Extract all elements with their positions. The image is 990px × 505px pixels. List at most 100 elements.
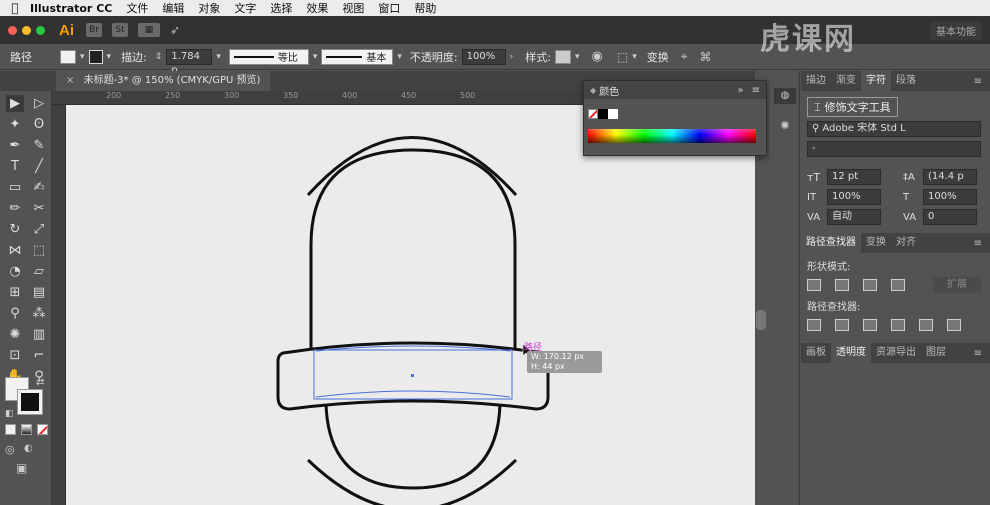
select-similar-icon[interactable]: ⌘ <box>699 50 711 64</box>
font-style-select[interactable]: - <box>807 141 981 157</box>
stroke-swatch[interactable] <box>88 49 103 64</box>
tracking-input[interactable]: 0 <box>923 209 977 225</box>
direct-selection-tool-icon[interactable]: ▷ <box>30 95 48 112</box>
chevron-down-icon[interactable]: ▾ <box>313 52 318 62</box>
workspace-switcher[interactable]: 基本功能 <box>930 20 982 40</box>
capsule-body[interactable] <box>309 148 517 348</box>
crop-icon[interactable] <box>891 319 905 331</box>
color-guide-icon[interactable]: ✺ <box>774 118 796 134</box>
font-family-select[interactable]: ⚲ Adobe 宋体 Std L <box>807 121 981 137</box>
app-name-menu[interactable]: Illustrator CC <box>30 2 112 15</box>
magic-wand-tool-icon[interactable]: ✦ <box>6 116 24 133</box>
outer-bottom-arc[interactable] <box>306 458 518 505</box>
menu-edit[interactable]: 编辑 <box>162 0 184 16</box>
shape-builder-tool-icon[interactable]: ◔ <box>6 263 24 280</box>
none-swatch[interactable] <box>588 109 598 119</box>
kerning-input[interactable]: 自动 <box>827 209 881 225</box>
leading-input[interactable]: (14.4 p <box>923 169 977 185</box>
tab-gradient[interactable]: 渐变 <box>831 71 861 91</box>
chevron-down-icon[interactable]: ▾ <box>216 52 221 62</box>
font-size-input[interactable]: 12 pt <box>827 169 881 185</box>
panel-menu-icon[interactable]: ≡ <box>974 348 982 359</box>
color-mode-icon[interactable] <box>5 424 16 435</box>
column-graph-tool-icon[interactable]: ▥ <box>30 326 48 343</box>
line-tool-icon[interactable]: ╱ <box>30 158 48 175</box>
menu-help[interactable]: 帮助 <box>414 0 436 16</box>
unite-icon[interactable] <box>807 279 821 291</box>
chevron-down-icon[interactable]: ▾ <box>397 52 402 62</box>
artwork[interactable] <box>66 105 755 505</box>
horizontal-scale-input[interactable]: 100% <box>923 189 977 205</box>
chevron-down-icon[interactable]: ▾ <box>575 52 580 62</box>
lower-oval[interactable] <box>324 402 502 490</box>
chevron-down-icon[interactable]: ▾ <box>632 52 637 62</box>
panel-menu-icon[interactable]: ≡ <box>974 76 982 87</box>
tab-artboards[interactable]: 画板 <box>801 343 831 363</box>
menu-object[interactable]: 对象 <box>198 0 220 16</box>
minus-back-icon[interactable] <box>947 319 961 331</box>
graphic-style-swatch[interactable] <box>554 49 571 64</box>
apple-menu-icon[interactable]:  <box>0 1 30 15</box>
menu-view[interactable]: 视图 <box>342 0 364 16</box>
tab-character[interactable]: 字符 <box>861 71 891 91</box>
variable-width-profile[interactable]: 等比 <box>228 48 309 65</box>
menu-select[interactable]: 选择 <box>270 0 292 16</box>
brush-definition[interactable]: 基本 <box>321 48 394 65</box>
tab-layers[interactable]: 图层 <box>921 343 951 363</box>
gpu-performance-icon[interactable]: ➶ <box>170 23 180 37</box>
type-tool-icon[interactable]: T <box>6 158 24 175</box>
panel-expand-icon[interactable]: » <box>737 85 743 96</box>
free-transform-tool-icon[interactable]: ⬚ <box>30 242 48 259</box>
document-tab[interactable]: × 未标题-3* @ 150% (CMYK/GPU 预览) <box>56 71 271 91</box>
expand-button[interactable]: 扩展 <box>933 277 981 293</box>
exclude-icon[interactable] <box>891 279 905 291</box>
merge-icon[interactable] <box>863 319 877 331</box>
opacity-input[interactable]: 100% <box>461 48 506 65</box>
stepper-icon[interactable]: ⇕ <box>155 52 163 62</box>
panel-menu-icon[interactable]: ≡ <box>752 85 760 96</box>
paintbrush-tool-icon[interactable]: ✍ <box>30 179 48 196</box>
transform-link[interactable]: 变换 <box>647 49 669 65</box>
touch-type-tool-button[interactable]: ⌶ 修饰文字工具 <box>807 97 898 117</box>
rotate-tool-icon[interactable]: ↻ <box>6 221 24 238</box>
bridge-icon[interactable]: Br <box>86 23 102 37</box>
none-mode-icon[interactable] <box>37 424 48 435</box>
tab-pathfinder[interactable]: 路径查找器 <box>801 233 861 253</box>
tab-asset-export[interactable]: 资源导出 <box>871 343 921 363</box>
tab-stroke[interactable]: 描边 <box>801 71 831 91</box>
draw-mode-icon[interactable]: ◎ <box>5 443 15 456</box>
menu-type[interactable]: 文字 <box>234 0 256 16</box>
artboard-canvas[interactable]: 路径 W: 170.12 px H: 44 px <box>66 105 755 505</box>
menu-window[interactable]: 窗口 <box>378 0 400 16</box>
minimize-window-icon[interactable] <box>22 25 31 35</box>
pen-tool-icon[interactable]: ✒ <box>6 137 24 154</box>
vertical-scrollbar-thumb[interactable] <box>756 310 766 330</box>
zoom-window-icon[interactable] <box>36 25 45 35</box>
opacity-label[interactable]: 不透明度: <box>410 49 458 65</box>
default-fill-stroke-icon[interactable]: ◧ <box>5 409 14 419</box>
black-swatch[interactable] <box>598 109 608 119</box>
swap-fill-stroke-icon[interactable]: ⇄ <box>36 377 44 388</box>
width-tool-icon[interactable]: ⋈ <box>6 242 24 259</box>
screen-mode-icon[interactable]: ▣ <box>16 461 27 475</box>
selection-tool-icon[interactable]: ▶ <box>6 95 24 112</box>
outline-icon[interactable] <box>919 319 933 331</box>
tab-paragraph[interactable]: 段落 <box>891 71 921 91</box>
recolor-artwork-icon[interactable]: ◉ <box>592 49 603 64</box>
scissors-tool-icon[interactable]: ✂ <box>30 200 48 217</box>
curvature-tool-icon[interactable]: ✎ <box>30 137 48 154</box>
perspective-grid-tool-icon[interactable]: ▱ <box>30 263 48 280</box>
outer-top-arc[interactable] <box>306 136 518 197</box>
divide-icon[interactable] <box>807 319 821 331</box>
collapse-icon[interactable]: ◆ <box>590 86 596 95</box>
menu-effect[interactable]: 效果 <box>306 0 328 16</box>
rectangle-tool-icon[interactable]: ▭ <box>6 179 24 196</box>
align-to-icon[interactable]: ⬚ <box>617 50 628 64</box>
chevron-right-icon[interactable]: › <box>510 52 514 62</box>
menu-file[interactable]: 文件 <box>126 0 148 16</box>
gradient-tool-icon[interactable]: ▤ <box>30 284 48 301</box>
color-panel-icon[interactable]: ◍ <box>774 88 796 104</box>
gradient-mode-icon[interactable] <box>21 424 32 435</box>
trim-icon[interactable] <box>835 319 849 331</box>
vertical-ruler[interactable] <box>52 105 66 505</box>
